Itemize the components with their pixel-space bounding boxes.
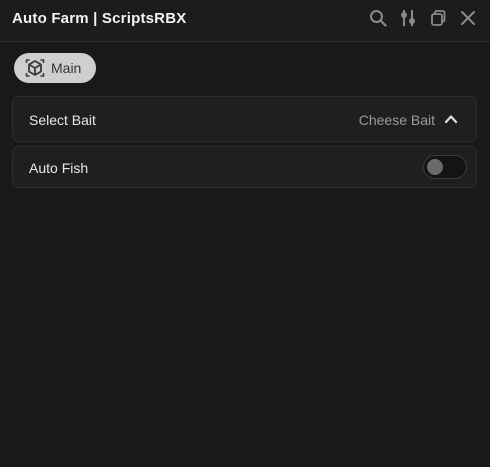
select-bait-value: Cheese Bait	[358, 112, 435, 128]
title-bar-actions	[368, 8, 478, 28]
window-title: Auto Farm | ScriptsRBX	[12, 10, 187, 27]
select-bait-dropdown[interactable]: Select Bait Cheese Bait	[12, 96, 477, 142]
close-icon[interactable]	[458, 8, 478, 28]
window: Auto Farm | ScriptsRBX Main Select Bait …	[0, 0, 490, 467]
toggle-knob	[427, 159, 443, 175]
auto-fish-row: Auto Fish	[12, 146, 477, 188]
title-bar: Auto Farm | ScriptsRBX	[0, 0, 490, 42]
search-icon[interactable]	[368, 8, 388, 28]
cube-icon	[25, 58, 45, 78]
select-bait-label: Select Bait	[29, 112, 96, 128]
auto-fish-toggle[interactable]	[423, 155, 467, 179]
copy-icon[interactable]	[428, 8, 448, 28]
sliders-icon[interactable]	[398, 8, 418, 28]
tab-main[interactable]: Main	[14, 53, 96, 83]
chevron-up-icon[interactable]	[444, 112, 458, 126]
auto-fish-label: Auto Fish	[29, 160, 89, 176]
tab-main-label: Main	[51, 60, 82, 76]
